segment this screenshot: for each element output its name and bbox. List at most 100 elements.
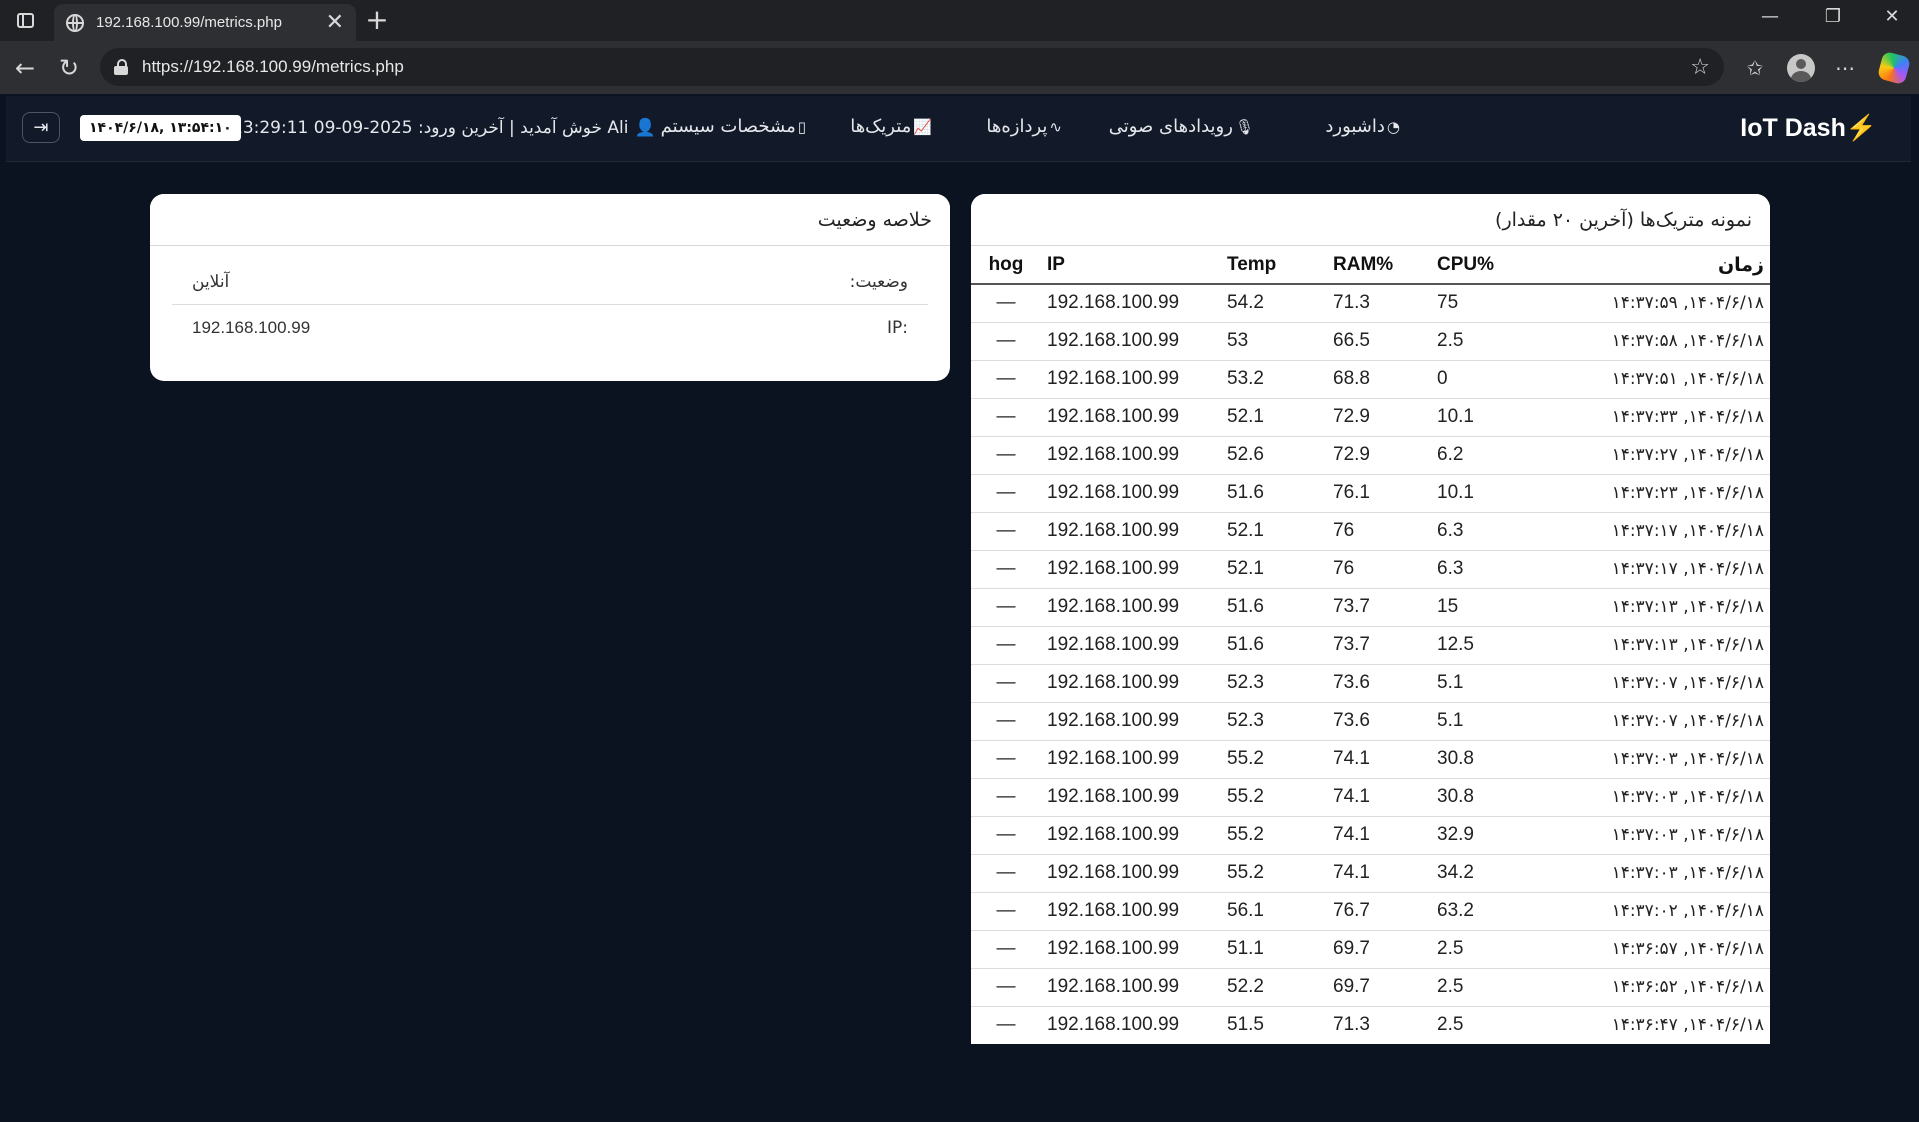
cell-temp: 55.2: [1221, 854, 1327, 893]
cell-time: ۱۴۰۴/۶/۱۸, ۱۴:۳۷:۱۷: [1525, 512, 1770, 551]
cell-cpu: 5.1: [1431, 664, 1525, 703]
column-header-ram: %RAM: [1327, 246, 1431, 285]
user-icon: 👤: [634, 118, 656, 138]
url-text[interactable]: https://192.168.100.99/metrics.php: [142, 57, 1690, 77]
cell-ram: 72.9: [1327, 398, 1431, 437]
status-card-title: خلاصه وضعیت: [150, 194, 950, 246]
cell-hog: —: [971, 322, 1041, 361]
cell-hog: —: [971, 512, 1041, 551]
metrics-table-body: ۱۴۰۴/۶/۱۸, ۱۴:۳۷:۵۹ 75 71.3 54.2 192.168.100…: [971, 284, 1770, 1044]
column-header-ip: IP: [1041, 246, 1221, 285]
cell-ram: 73.7: [1327, 626, 1431, 665]
microphone-icon: 🎙: [1234, 118, 1254, 136]
status-body: وضعیت: آنلاین IP: 192.168.100.99: [150, 246, 950, 364]
cell-time: ۱۴۰۴/۶/۱۸, ۱۴:۳۷:۵۸: [1525, 322, 1770, 361]
lock-icon[interactable]: [114, 59, 128, 75]
cell-temp: 52.1: [1221, 550, 1327, 589]
cell-hog: —: [971, 1006, 1041, 1044]
cell-hog: —: [971, 664, 1041, 703]
ip-value: 192.168.100.99: [192, 317, 311, 337]
ip-label: IP:: [887, 317, 908, 338]
cell-cpu: 5.1: [1431, 702, 1525, 741]
address-bar[interactable]: https://192.168.100.99/metrics.php ☆: [100, 48, 1724, 86]
cell-temp: 55.2: [1221, 740, 1327, 779]
cell-hog: —: [971, 854, 1041, 893]
table-row: ۱۴۰۴/۶/۱۸, ۱۴:۳۷:۲۳ 10.1 76.1 51.6 192.168.1…: [971, 474, 1770, 513]
cell-time: ۱۴۰۴/۶/۱۸, ۱۴:۳۶:۴۷: [1525, 1006, 1770, 1044]
back-arrow-icon[interactable]: ←: [8, 51, 42, 85]
table-row: ۱۴۰۴/۶/۱۸, ۱۴:۳۷:۵۸ 2.5 66.5 53 192.168.100.…: [971, 322, 1770, 361]
cell-hog: —: [971, 930, 1041, 969]
cell-ram: 76: [1327, 550, 1431, 589]
reload-icon[interactable]: ↻: [52, 51, 86, 85]
cell-ram: 74.1: [1327, 740, 1431, 779]
logout-button[interactable]: ⇥: [22, 112, 60, 143]
cell-cpu: 75: [1431, 284, 1525, 323]
cell-ip: 192.168.100.99: [1041, 588, 1221, 627]
nav-processes[interactable]: ∿پردازه‌ها: [986, 116, 1062, 137]
profile-avatar-icon[interactable]: [1787, 54, 1815, 82]
status-summary-card: خلاصه وضعیت وضعیت: آنلاین IP: 192.168.10…: [150, 194, 950, 381]
tab-actions-icon[interactable]: [10, 8, 40, 32]
nav-audio-events[interactable]: 🎙رویدادهای صوتی: [1109, 116, 1254, 137]
cell-temp: 51.6: [1221, 474, 1327, 513]
cell-time: ۱۴۰۴/۶/۱۸, ۱۴:۳۷:۱۷: [1525, 550, 1770, 589]
nav-dashboard[interactable]: ◔داشبورد: [1325, 116, 1400, 137]
cell-cpu: 34.2: [1431, 854, 1525, 893]
cell-cpu: 12.5: [1431, 626, 1525, 665]
table-row: ۱۴۰۴/۶/۱۸, ۱۴:۳۷:۰۷ 5.1 73.6 52.3 192.168.10…: [971, 702, 1770, 741]
cell-time: ۱۴۰۴/۶/۱۸, ۱۴:۳۷:۰۳: [1525, 854, 1770, 893]
cell-temp: 53: [1221, 322, 1327, 361]
cell-hog: —: [971, 360, 1041, 399]
cell-ip: 192.168.100.99: [1041, 512, 1221, 551]
ip-row: IP: 192.168.100.99: [172, 305, 928, 350]
minimize-icon[interactable]: —: [1750, 6, 1790, 27]
cell-ip: 192.168.100.99: [1041, 930, 1221, 969]
column-header-temp: Temp: [1221, 246, 1327, 285]
status-label: وضعیت:: [849, 272, 908, 292]
window-close-icon[interactable]: ✕: [1872, 6, 1912, 27]
brand-logo[interactable]: IoT Dash⚡: [1740, 114, 1877, 143]
restore-icon[interactable]: ❐: [1813, 6, 1853, 27]
favorite-star-icon[interactable]: ☆: [1690, 55, 1710, 80]
favorites-icon[interactable]: ✩: [1740, 53, 1770, 83]
cell-temp: 55.2: [1221, 778, 1327, 817]
cell-temp: 53.2: [1221, 360, 1327, 399]
cell-cpu: 6.3: [1431, 512, 1525, 551]
cell-ip: 192.168.100.99: [1041, 854, 1221, 893]
tab-close-icon[interactable]: ✕: [326, 11, 344, 34]
new-tab-button[interactable]: +: [362, 6, 392, 34]
table-row: ۱۴۰۴/۶/۱۸, ۱۴:۳۷:۰۷ 5.1 73.6 52.3 192.168.10…: [971, 664, 1770, 703]
cell-time: ۱۴۰۴/۶/۱۸, ۱۴:۳۷:۱۳: [1525, 626, 1770, 665]
table-row: ۱۴۰۴/۶/۱۸, ۱۴:۳۶:۵۲ 2.5 69.7 52.2 192.168.10…: [971, 968, 1770, 1007]
cell-time: ۱۴۰۴/۶/۱۸, ۱۴:۳۷:۱۳: [1525, 588, 1770, 627]
cell-hog: —: [971, 474, 1041, 513]
cell-ip: 192.168.100.99: [1041, 474, 1221, 513]
table-row: ۱۴۰۴/۶/۱۸, ۱۴:۳۷:۰۳ 32.9 74.1 55.2 192.168.1…: [971, 816, 1770, 855]
nav-system-specs[interactable]: ▯مشخصات سیستم: [661, 116, 806, 137]
device-icon: ▯: [797, 118, 806, 136]
metrics-table: زمان %CPU %RAM Temp IP hog ۱۴۰۴/۶/۱۸, ۱۴…: [971, 246, 1770, 1044]
column-header-hog: hog: [971, 246, 1041, 285]
table-row: ۱۴۰۴/۶/۱۸, ۱۴:۳۷:۲۷ 6.2 72.9 52.6 192.168.10…: [971, 436, 1770, 475]
nav-metrics[interactable]: 📈متریک‌ها: [850, 116, 932, 137]
cell-time: ۱۴۰۴/۶/۱۸, ۱۴:۳۶:۵۷: [1525, 930, 1770, 969]
cell-temp: 51.6: [1221, 588, 1327, 627]
cell-time: ۱۴۰۴/۶/۱۸, ۱۴:۳۷:۰۷: [1525, 664, 1770, 703]
cell-temp: 52.3: [1221, 664, 1327, 703]
brand-text: IoT Dash: [1740, 114, 1846, 142]
table-row: ۱۴۰۴/۶/۱۸, ۱۴:۳۷:۰۳ 34.2 74.1 55.2 192.168.1…: [971, 854, 1770, 893]
nav-metrics-label: متریک‌ها: [850, 116, 912, 137]
cell-ram: 68.8: [1327, 360, 1431, 399]
cell-ip: 192.168.100.99: [1041, 626, 1221, 665]
cell-ip: 192.168.100.99: [1041, 1006, 1221, 1044]
table-row: ۱۴۰۴/۶/۱۸, ۱۴:۳۷:۰۳ 30.8 74.1 55.2 192.168.1…: [971, 740, 1770, 779]
cell-time: ۱۴۰۴/۶/۱۸, ۱۴:۳۷:۵۹: [1525, 284, 1770, 323]
browser-tab-active[interactable]: 192.168.100.99/metrics.php ✕: [54, 4, 356, 41]
cell-ram: 69.7: [1327, 968, 1431, 1007]
trend-chart-icon: 📈: [913, 118, 932, 136]
table-row: ۱۴۰۴/۶/۱۸, ۱۴:۳۷:۰۲ 63.2 76.7 56.1 192.168.1…: [971, 892, 1770, 931]
table-header-row: زمان %CPU %RAM Temp IP hog: [971, 246, 1770, 285]
more-options-icon[interactable]: ⋯: [1830, 53, 1860, 83]
cell-time: ۱۴۰۴/۶/۱۸, ۱۴:۳۷:۰۳: [1525, 816, 1770, 855]
